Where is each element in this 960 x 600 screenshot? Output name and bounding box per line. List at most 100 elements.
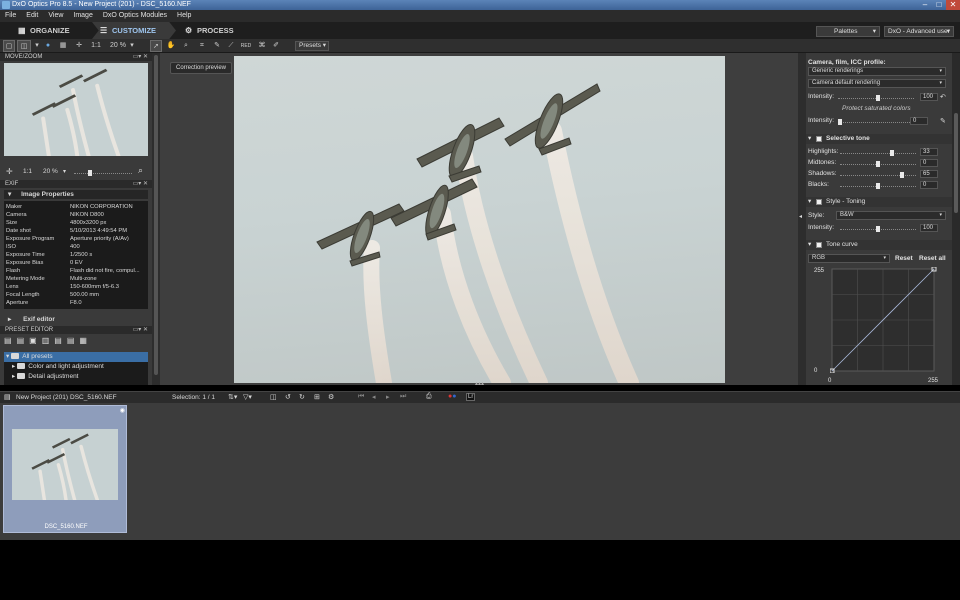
lightroom-icon[interactable]: Lr xyxy=(466,393,476,401)
channel-dropdown[interactable]: RGB ▾ xyxy=(808,254,890,263)
selective-tone-checkbox[interactable] xyxy=(816,136,822,142)
curve-reset-all-button[interactable]: Reset all xyxy=(919,255,946,263)
correction-preview-button[interactable]: Correction preview xyxy=(170,62,233,74)
next-image-icon[interactable]: ▸ xyxy=(386,393,390,401)
exif-editor-section[interactable]: ▸ Exif editor xyxy=(4,315,148,324)
compare-icon[interactable]: ◫ xyxy=(270,393,277,401)
tab-customize[interactable]: ☰ CUSTOMIZE xyxy=(92,22,176,39)
main-image-preview[interactable] xyxy=(234,56,725,383)
intensity-input[interactable]: 100 xyxy=(920,93,938,101)
menu-file[interactable]: File xyxy=(0,10,21,22)
intensity-slider[interactable] xyxy=(838,94,914,102)
selective-tone-header[interactable]: ▾ Selective tone xyxy=(806,134,952,144)
filmstrip-thumbnail[interactable]: ◉ DSC_5160.NEF xyxy=(3,405,127,533)
midtones-input[interactable]: 0 xyxy=(920,159,938,167)
previous-image-icon[interactable]: ◂ xyxy=(372,393,376,401)
tone-curve-checkbox[interactable] xyxy=(816,242,822,248)
eraser-icon[interactable]: ✎ xyxy=(211,40,223,52)
tree-item-detail[interactable]: ▸ Detail adjustment xyxy=(4,372,148,382)
rendering-dropdown[interactable]: Camera default rendering ▾ xyxy=(808,79,946,88)
style-intensity-input[interactable]: 100 xyxy=(920,224,938,232)
delete-icon[interactable]: ▥ xyxy=(42,336,55,345)
add-icon[interactable]: ⊞ xyxy=(314,393,320,401)
move-icon[interactable]: ✛ xyxy=(6,167,13,176)
highlights-input[interactable]: 33 xyxy=(920,148,938,156)
flickr-icon[interactable]: ●● xyxy=(448,393,456,400)
right-collapse-bar[interactable]: ◂ xyxy=(798,53,806,385)
zoom-value[interactable]: 20 % xyxy=(110,40,126,52)
palettes-dropdown[interactable]: Palettes ▾ xyxy=(816,26,880,37)
reset-icon[interactable]: ↶ xyxy=(940,93,946,101)
exif-section[interactable]: ▾ Image Properties xyxy=(4,190,148,199)
minimize-button[interactable]: – xyxy=(918,0,932,10)
workspace-dropdown[interactable]: DxO - Advanced user ▾ xyxy=(884,26,954,37)
shadows-slider[interactable] xyxy=(840,171,916,179)
tab-organize[interactable]: ▦ ORGANIZE xyxy=(10,22,96,39)
sort-icon[interactable]: ⇅▾ xyxy=(228,393,237,401)
export-icon[interactable]: ▤ xyxy=(67,336,80,345)
new-preset-icon[interactable]: ▤ xyxy=(4,336,17,345)
triangle-left-icon[interactable]: ◂ xyxy=(799,213,802,220)
chevron-down-icon[interactable]: ▾ xyxy=(63,168,66,175)
blacks-input[interactable]: 0 xyxy=(920,181,938,189)
horizon-icon[interactable]: ⟋ xyxy=(225,40,237,52)
filter-icon[interactable]: ▽▾ xyxy=(243,393,252,401)
import-icon[interactable]: ▦ xyxy=(79,336,92,345)
print-icon[interactable]: ⎙ xyxy=(426,393,432,401)
menu-dxo-modules[interactable]: DxO Optics Modules xyxy=(98,10,172,22)
zoom-tool-icon[interactable]: ⌕ xyxy=(180,40,192,52)
maximize-button[interactable]: □ xyxy=(932,0,946,10)
tone-curve-header[interactable]: ▾ Tone curve xyxy=(806,240,952,250)
navigator-ratio[interactable]: 1:1 xyxy=(23,168,32,175)
collapse-handle-icon[interactable]: ▴▴▴ xyxy=(475,380,484,387)
picker-icon[interactable]: ✎ xyxy=(940,117,946,125)
palette-controls-icon[interactable]: ▭▾ ✕ xyxy=(133,53,148,61)
menu-edit[interactable]: Edit xyxy=(21,10,43,22)
tree-item-color-light[interactable]: ▸ Color and light adjustment xyxy=(4,362,148,372)
style-intensity-slider[interactable] xyxy=(840,225,916,233)
presets-dropdown[interactable]: Presets ▾ xyxy=(295,41,329,51)
menu-view[interactable]: View xyxy=(43,10,68,22)
crop-icon[interactable]: ⌗ xyxy=(196,40,208,52)
highlights-slider[interactable] xyxy=(840,149,916,157)
duplicate-icon[interactable]: ▤ xyxy=(54,336,67,345)
settings-icon[interactable]: ⚙ xyxy=(328,393,334,401)
rotate-right-icon[interactable]: ↻ xyxy=(299,393,305,401)
protect-intensity-slider[interactable] xyxy=(838,118,914,126)
grid-overlay-icon[interactable]: ▦ xyxy=(57,40,69,52)
first-image-icon[interactable]: ⏮ xyxy=(358,393,364,401)
shadows-input[interactable]: 65 xyxy=(920,170,938,178)
right-panel-scrollbar[interactable] xyxy=(952,53,960,385)
new-folder-icon[interactable]: ▣ xyxy=(29,336,42,345)
midtones-slider[interactable] xyxy=(840,160,916,168)
rotate-left-icon[interactable]: ↺ xyxy=(285,393,291,401)
navigator-thumbnail[interactable] xyxy=(4,63,148,156)
protect-intensity-input[interactable]: 0 xyxy=(910,117,928,125)
style-toning-checkbox[interactable] xyxy=(816,199,822,205)
menu-image[interactable]: Image xyxy=(68,10,97,22)
style-dropdown[interactable]: B&W ▾ xyxy=(836,211,946,220)
palette-controls-icon[interactable]: ▭▾ ✕ xyxy=(133,180,148,188)
compare-view-icon[interactable]: ◫ xyxy=(17,40,31,52)
single-view-icon[interactable]: ▢ xyxy=(3,40,15,52)
new-preset-from-settings-icon[interactable]: ▤ xyxy=(17,336,30,345)
move-icon[interactable]: ✛ xyxy=(73,40,85,52)
eyedropper-icon[interactable]: ✐ xyxy=(270,40,282,52)
last-image-icon[interactable]: ⏭ xyxy=(400,393,406,401)
navigator-zoom[interactable]: 20 % xyxy=(43,168,58,175)
zoom-ratio[interactable]: 1:1 xyxy=(90,40,102,52)
red-eye-icon[interactable]: RED xyxy=(240,40,252,52)
blacks-slider[interactable] xyxy=(840,182,916,190)
tree-item-all-presets[interactable]: ▾ All presets xyxy=(4,352,148,362)
tab-process[interactable]: ⚙ PROCESS xyxy=(177,22,263,39)
menu-help[interactable]: Help xyxy=(172,10,196,22)
pointer-icon[interactable]: ➚ xyxy=(150,40,162,52)
hand-icon[interactable]: ✋ xyxy=(165,40,177,52)
tone-curve-graph[interactable] xyxy=(830,267,938,373)
style-toning-header[interactable]: ▾ Style - Toning xyxy=(806,197,952,207)
chevron-down-icon[interactable]: ▾ xyxy=(126,40,138,52)
profile-dropdown[interactable]: Generic renderings ▾ xyxy=(808,67,946,76)
zoom-search-icon[interactable]: ⌕ xyxy=(138,165,143,176)
info-icon[interactable]: ● xyxy=(42,40,54,52)
curve-reset-button[interactable]: Reset xyxy=(895,255,913,263)
